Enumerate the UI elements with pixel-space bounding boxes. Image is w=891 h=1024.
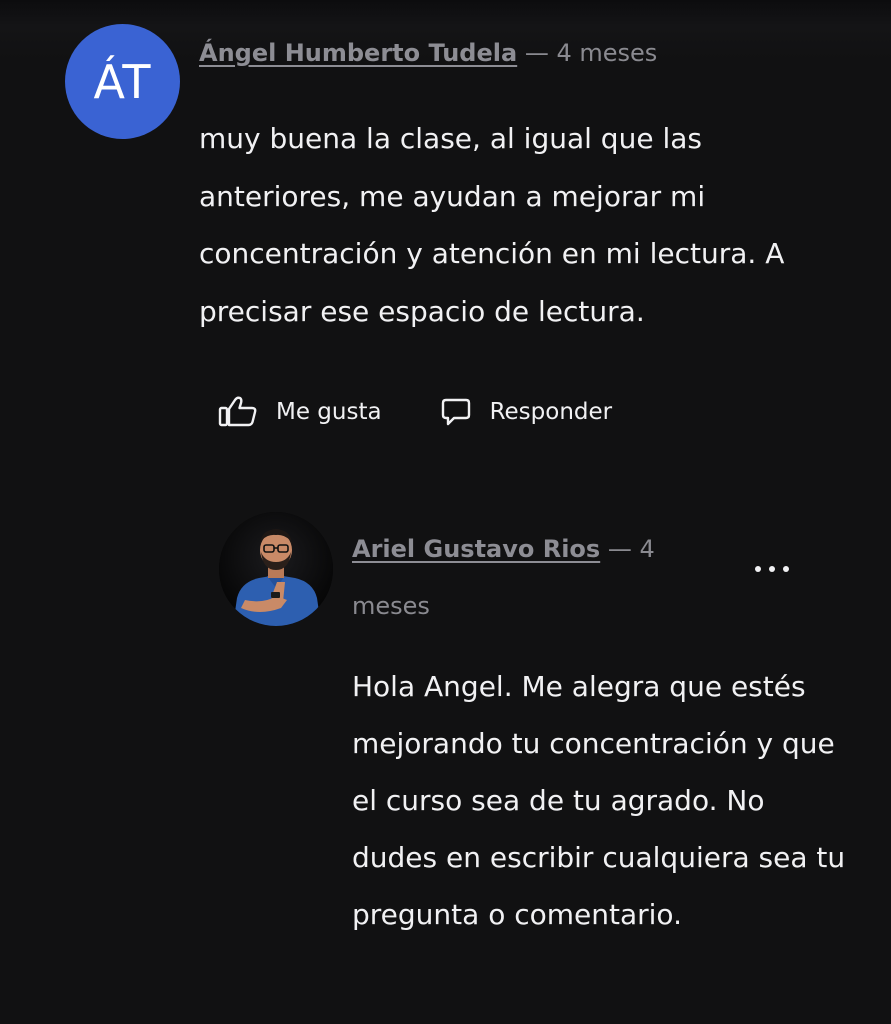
reply-button[interactable]: Responder [440, 397, 613, 427]
reply-label: Responder [489, 399, 613, 425]
like-button[interactable]: Me gusta [218, 395, 382, 429]
thumbs-up-icon [218, 395, 260, 429]
reply-author-link[interactable]: Ariel Gustavo Rios [352, 535, 600, 563]
comments-page: ÁT Ángel Humberto Tudela — 4 meses muy b… [0, 0, 891, 1024]
like-label: Me gusta [276, 399, 382, 425]
reply-meta: Ariel Gustavo Rios — 4 meses [352, 521, 682, 635]
reply-avatar [219, 512, 333, 626]
meta-separator: — [607, 535, 632, 563]
more-options-icon [752, 558, 792, 577]
comment-meta: Ángel Humberto Tudela — 4 meses [199, 36, 657, 70]
avatar: ÁT [65, 24, 180, 139]
reply-body: Hola Angel. Me alegra que estés mejorand… [352, 670, 846, 931]
avatar-initials: ÁT [93, 54, 152, 109]
more-options-button[interactable] [748, 552, 796, 582]
speech-bubble-icon [440, 397, 472, 427]
comment-timestamp: 4 meses [556, 39, 658, 67]
meta-separator: — [524, 39, 549, 67]
comment-body: muy buena la clase, al igual que las ant… [199, 122, 785, 328]
profile-photo [219, 512, 333, 626]
comment-actions: Me gusta Responder [218, 390, 612, 434]
comment-author-link[interactable]: Ángel Humberto Tudela [199, 39, 517, 67]
